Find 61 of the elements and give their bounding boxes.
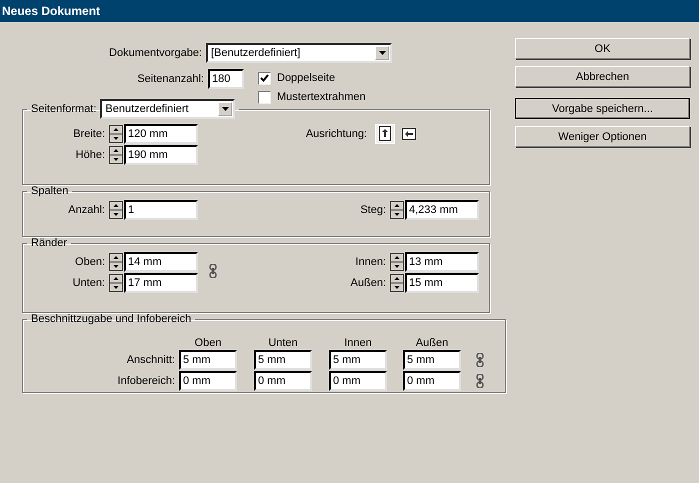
checkbox[interactable] bbox=[258, 90, 271, 104]
field-label: Anzahl: bbox=[67, 204, 106, 216]
field-label: Anschnitt: bbox=[126, 354, 176, 366]
input-field[interactable]: 4,233 mm bbox=[405, 200, 479, 220]
input-field[interactable]: 190 mm bbox=[124, 144, 198, 164]
stepper-button[interactable] bbox=[109, 124, 123, 142]
stepper-button[interactable] bbox=[109, 274, 123, 292]
dialog-button[interactable]: Vorgabe speichern... bbox=[515, 98, 690, 119]
page-size-dropdown[interactable]: Benutzerdefiniert bbox=[100, 99, 236, 119]
input-field[interactable]: 0 mm bbox=[403, 371, 461, 391]
input-field[interactable]: 1 bbox=[124, 200, 198, 220]
field-label: Höhe: bbox=[74, 148, 106, 160]
input-field[interactable]: 0 mm bbox=[329, 371, 387, 391]
group-title: Spalten bbox=[31, 185, 68, 197]
stepper-button[interactable] bbox=[390, 252, 404, 270]
input-field[interactable]: 120 mm bbox=[124, 124, 198, 144]
page-count-field[interactable]: 180 bbox=[208, 68, 244, 88]
column-header: Außen bbox=[414, 337, 450, 349]
field-label: Infobereich: bbox=[116, 375, 176, 387]
input-field[interactable]: 14 mm bbox=[124, 252, 198, 272]
checkbox-label: Doppelseite bbox=[277, 72, 336, 84]
window-title: Neues Dokument bbox=[0, 0, 699, 22]
checkbox-label: Mustertextrahmen bbox=[277, 91, 366, 103]
dialog-button[interactable]: OK bbox=[515, 38, 690, 59]
field-label: Innen: bbox=[354, 256, 387, 268]
chain-link-icon[interactable] bbox=[475, 353, 485, 367]
input-field[interactable]: 5 mm bbox=[179, 350, 237, 370]
preset-dropdown[interactable]: [Benutzerdefiniert] bbox=[206, 42, 392, 62]
input-field[interactable]: 0 mm bbox=[179, 371, 237, 391]
portrait-orientation-button[interactable] bbox=[375, 124, 395, 144]
field-label: Unten: bbox=[72, 276, 106, 288]
stepper-button[interactable] bbox=[109, 252, 123, 270]
stepper-button[interactable] bbox=[109, 200, 123, 218]
group-title: Beschnittzugabe und Infobereich bbox=[31, 313, 192, 325]
field-label: Oben: bbox=[74, 256, 106, 268]
column-header: Innen bbox=[343, 337, 373, 349]
stepper-button[interactable] bbox=[390, 274, 404, 292]
orientation-label: Ausrichtung: bbox=[306, 128, 367, 140]
chain-link-icon[interactable] bbox=[208, 264, 218, 278]
dialog-button[interactable]: Weniger Optionen bbox=[515, 126, 690, 147]
page-count-label: Seitenanzahl: bbox=[136, 72, 205, 84]
preset-label: Dokumentvorgabe: bbox=[108, 46, 203, 58]
checkbox[interactable] bbox=[258, 72, 271, 84]
column-header: Oben bbox=[194, 337, 222, 349]
input-field[interactable]: 17 mm bbox=[124, 272, 198, 292]
input-field[interactable]: 15 mm bbox=[405, 272, 479, 292]
field-label: Außen: bbox=[350, 276, 387, 288]
input-field[interactable]: 13 mm bbox=[405, 252, 479, 272]
field-label: Breite: bbox=[72, 128, 106, 140]
input-field[interactable]: 5 mm bbox=[254, 350, 312, 370]
field-label: Steg: bbox=[359, 204, 387, 216]
chain-link-icon[interactable] bbox=[475, 374, 485, 388]
group-title: Seitenformat: bbox=[31, 103, 96, 115]
input-field[interactable]: 0 mm bbox=[254, 371, 312, 391]
stepper-button[interactable] bbox=[109, 146, 123, 164]
input-field[interactable]: 5 mm bbox=[403, 350, 461, 370]
dialog-button[interactable]: Abbrechen bbox=[515, 66, 690, 87]
column-header: Unten bbox=[267, 337, 299, 349]
stepper-button[interactable] bbox=[390, 200, 404, 218]
input-field[interactable]: 5 mm bbox=[329, 350, 387, 370]
group-title: Ränder bbox=[31, 237, 68, 249]
